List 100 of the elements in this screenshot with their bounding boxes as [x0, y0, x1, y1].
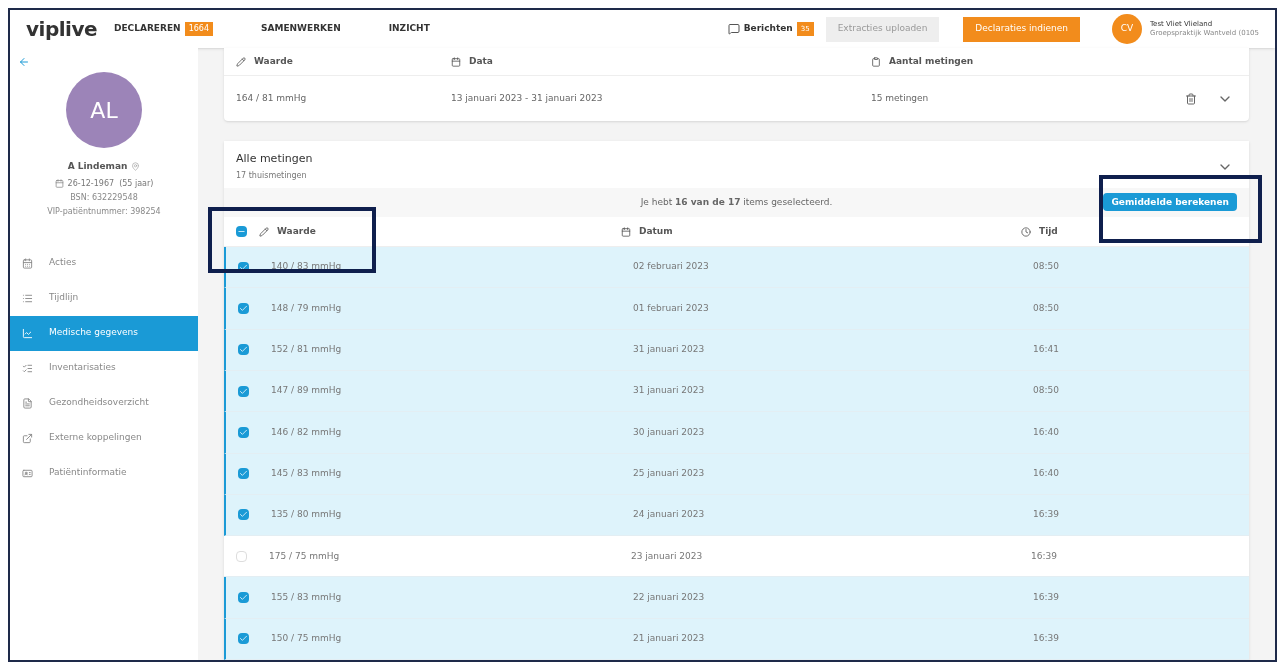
sidebar-item[interactable]: Externe koppelingen [10, 420, 198, 456]
row-checkbox[interactable] [238, 302, 249, 314]
nav-link[interactable]: DECLAREREN [114, 22, 181, 36]
measurement-row[interactable]: 148 / 79 mmHg 01 februari 2023 08:50 [224, 288, 1249, 330]
table-cell-text: 135 / 80 mmHg [271, 508, 343, 522]
table-cell: 16:39 [1033, 632, 1059, 646]
table-cell-text: 16:39 [1033, 590, 1059, 604]
table-cell-text: 16:40 [1033, 425, 1059, 439]
table-cell: 08:50 [1033, 384, 1059, 398]
submit-button[interactable]: Declaraties indienen [963, 16, 1081, 42]
table-cell-text: 23 januari 2023 [631, 549, 704, 563]
patient-name: A Lindeman [67, 160, 128, 173]
table-cell-text: 152 / 81 mmHg [271, 343, 343, 356]
table-cell-text: 148 / 79 mmHg [271, 301, 343, 315]
measurement-row[interactable]: 155 / 83 mmHg 22 januari 2023 16:39 [224, 577, 1249, 619]
check-icon [239, 386, 248, 396]
back-arrow-icon[interactable] [18, 56, 30, 68]
measurement-row[interactable]: 175 / 75 mmHg 23 januari 2023 16:39 [224, 536, 1249, 578]
count-badge: 1664 [184, 22, 213, 36]
nav-link[interactable]: INZICHT [388, 22, 430, 36]
row-checkbox[interactable] [236, 550, 247, 562]
table-cell-text: 31 januari 2023 [633, 343, 706, 356]
user-avatar[interactable]: CV [1112, 14, 1143, 44]
table-cell-text: 15 metingen [871, 91, 930, 105]
table-cell-text: 155 / 83 mmHg [271, 590, 343, 604]
measurement-row[interactable]: 147 / 89 mmHg 31 januari 2023 08:50 [224, 370, 1249, 413]
table-cell: 08:50 [1033, 260, 1059, 274]
list-icon [22, 292, 33, 304]
calculate-average-button[interactable]: Gemiddelde berekenen [1103, 193, 1237, 212]
calendar-icon [22, 257, 33, 269]
check-icon [239, 262, 248, 272]
table-cell: 16:39 [1033, 508, 1059, 522]
sidebar-item[interactable]: Patiëntinformatie [10, 455, 198, 491]
id-card-icon [22, 467, 33, 479]
check-icon [239, 469, 248, 479]
messages-link[interactable]: Berichten [743, 22, 793, 36]
check-icon [239, 510, 248, 520]
row-checkbox[interactable] [238, 426, 249, 438]
select-all-checkbox[interactable] [236, 226, 247, 238]
table-cell-text: 21 januari 2023 [633, 632, 706, 646]
column-header: Aantal metingen [889, 54, 974, 68]
check-icon [239, 634, 248, 644]
selection-text: Je hebt 16 van de 17 items geselecteerd. [640, 195, 833, 209]
clipboard-icon [871, 56, 881, 67]
external-link-icon [22, 432, 33, 444]
table-cell-text: 31 januari 2023 [633, 384, 706, 398]
row-checkbox[interactable] [238, 385, 249, 397]
table-cell: 16:39 [1031, 549, 1057, 563]
table-cell-text: 145 / 83 mmHg [271, 466, 343, 480]
logo: viplive [26, 16, 99, 43]
chat-icon [727, 23, 740, 35]
table-cell-text: 150 / 75 mmHg [271, 632, 343, 646]
row-checkbox[interactable] [238, 509, 249, 521]
pencil-icon [236, 56, 246, 67]
table-cell-text: 01 februari 2023 [633, 301, 710, 315]
table-cell-text: 30 januari 2023 [633, 425, 706, 439]
row-checkbox[interactable] [238, 633, 249, 645]
table-cell-text: 02 februari 2023 [633, 260, 710, 274]
check-icon [239, 303, 248, 313]
measurement-row[interactable]: 140 / 83 mmHg 02 februari 2023 08:50 [224, 247, 1249, 289]
row-checkbox[interactable] [238, 592, 249, 604]
table-cell-text: 175 / 75 mmHg [269, 549, 341, 563]
column-header: Waarde [277, 224, 316, 238]
measurement-row[interactable]: 135 / 80 mmHg 24 januari 2023 16:39 [224, 494, 1249, 537]
measurement-row[interactable]: 146 / 82 mmHg 30 januari 2023 16:40 [224, 412, 1249, 454]
row-checkbox[interactable] [238, 468, 249, 480]
column-header: Tijd [1039, 224, 1058, 238]
column-header: Waarde [254, 54, 293, 68]
document-icon [22, 397, 33, 409]
bsn-number: BSN: 632229548 [69, 191, 139, 204]
nav-link[interactable]: SAMENWERKEN [261, 22, 341, 36]
clock-icon [1021, 226, 1031, 237]
table-cell-text: 24 januari 2023 [633, 508, 706, 522]
check-icon [239, 427, 248, 437]
calendar-icon [621, 226, 631, 237]
table-cell-text: 13 januari 2023 - 31 januari 2023 [451, 91, 604, 105]
patient-avatar: AL [66, 72, 142, 148]
table-cell-text: 08:50 [1033, 301, 1059, 315]
section-title: Alle metingen [236, 151, 313, 167]
table-cell-text: 147 / 89 mmHg [271, 384, 343, 398]
sidebar-item[interactable]: Medische gegevens [10, 315, 198, 351]
birth-date: 26-12-1967 (55 jaar) [67, 177, 154, 190]
measurement-row[interactable]: 145 / 83 mmHg 25 januari 2023 16:40 [224, 453, 1249, 495]
sidebar-item[interactable]: Acties [10, 245, 198, 281]
upload-button[interactable]: Extracties uploaden [825, 16, 940, 42]
table-cell-text: 164 / 81 mmHg [236, 91, 308, 105]
table-cell-text: 146 / 82 mmHg [271, 425, 343, 439]
table-cell-text: 16:40 [1033, 466, 1059, 480]
column-header: Datum [639, 224, 673, 238]
pin-icon [131, 162, 141, 172]
measurement-row[interactable]: 150 / 75 mmHg 21 januari 2023 16:39 [224, 618, 1249, 660]
row-checkbox[interactable] [238, 344, 249, 356]
measurement-row[interactable]: 152 / 81 mmHg 31 januari 2023 16:41 [224, 329, 1249, 371]
check-icon [239, 593, 248, 603]
table-cell-text: 140 / 83 mmHg [271, 260, 343, 274]
check-icon [239, 345, 248, 355]
sidebar-item[interactable]: Tijdlijn [10, 280, 198, 316]
sidebar-item[interactable]: Inventarisaties [10, 350, 198, 386]
trash-icon[interactable] [1185, 92, 1197, 105]
sidebar-item[interactable]: Gezondheidsoverzicht [10, 385, 198, 421]
